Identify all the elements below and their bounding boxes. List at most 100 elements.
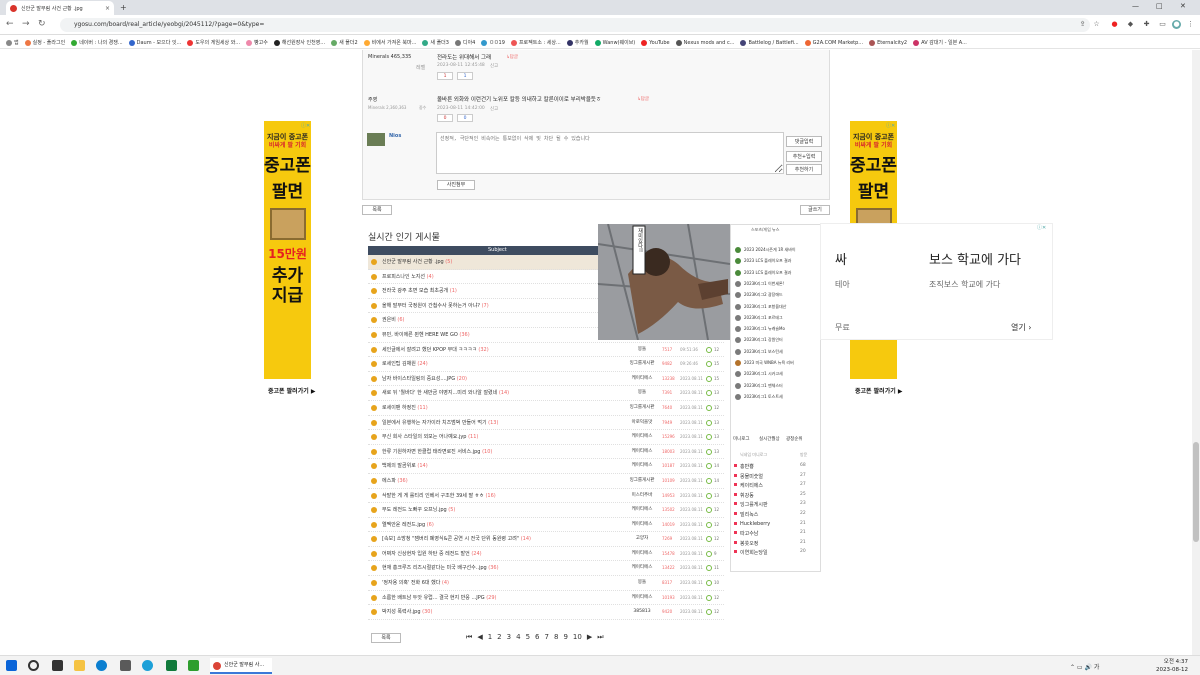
url-bar[interactable]: ygosu.com/board/real_article/yeobgi/2045… xyxy=(60,18,1090,32)
comment-reply-tag[interactable]: ↳답글 xyxy=(506,54,518,60)
share-icon[interactable]: ⇪ xyxy=(1078,20,1087,29)
tab-ranking[interactable]: 광청순위 xyxy=(786,436,803,442)
bookmark-item[interactable]: Daum - 모으다 잇... xyxy=(128,36,181,48)
news-item[interactable]: 2023K리그1 토스트세 xyxy=(735,393,783,400)
scrollbar[interactable] xyxy=(1192,50,1200,655)
system-clock[interactable]: 오전 4:37 2023-08-12 xyxy=(1156,658,1188,674)
post-author[interactable]: 잉그를게시판 xyxy=(622,357,662,371)
post-title[interactable]: 프로피스나인 노지선 xyxy=(382,274,425,280)
news-title[interactable]: 2023K리그2 광장애드 xyxy=(744,292,783,297)
post-author[interactable]: 케이티에스 xyxy=(622,445,662,459)
news-item[interactable]: 2023K리그1 보스턴세 xyxy=(735,348,783,355)
post-author[interactable]: 몽돌 xyxy=(622,576,662,590)
recommend-submit-button[interactable]: 추천+입력 xyxy=(786,151,822,162)
news-item[interactable]: 2023K리그1 시카고세 xyxy=(735,371,783,378)
post-title[interactable]: 로세인팁 김채원 xyxy=(382,361,416,367)
bookmark-item[interactable]: 새 폴더2 xyxy=(331,36,358,48)
post-title-wrap[interactable]: 어쩌자 신상현자 입원 하탄 중 레전드 발언 (24) xyxy=(382,547,482,561)
ad-open-button[interactable]: 열기 › xyxy=(1011,322,1031,333)
bookmark-item[interactable]: 비에서 가져온 북마... xyxy=(363,36,416,48)
tab-realtime[interactable]: 실시간월상 xyxy=(759,436,780,442)
page-link[interactable]: 6 xyxy=(535,633,539,641)
news-item[interactable]: 2023K리그1 강원인터 xyxy=(735,337,783,344)
minilog-user[interactable]: 따고수남 xyxy=(740,530,758,537)
minilog-user[interactable]: 잉그를게시판 xyxy=(740,501,768,508)
bookmark-item[interactable]: AV 감대기 - 일본 A... xyxy=(913,36,967,48)
post-author[interactable]: 케이티에스 xyxy=(622,372,662,386)
news-title[interactable]: 2023 LCS 플레이오프 결과 xyxy=(744,270,791,275)
popular-row[interactable]: [속보] 소방청 "잼버리 폐영식&콘 공연 시 전국 단위 동원령 고려" (… xyxy=(368,532,724,547)
popular-row[interactable]: 백제의 말곰위로 (14) 케이티에스 10187 2023.08.11 14 xyxy=(368,459,724,474)
post-title[interactable]: 전라국 광주 초면 모습 최초공개 xyxy=(382,288,448,294)
comment-submit-button[interactable]: 댓글입력 xyxy=(786,136,822,147)
post-author[interactable]: 잉그를게시판 xyxy=(622,474,662,488)
post-author[interactable]: 아로덕을맛 xyxy=(622,416,662,430)
post-title[interactable]: '정자용 의혹' 전화 6대 했다 xyxy=(382,580,440,586)
bookmark-item[interactable]: 앱 xyxy=(6,36,19,48)
page-link[interactable]: 9 xyxy=(563,633,567,641)
news-item[interactable]: 2023K리그1 포항을대산 xyxy=(735,303,786,310)
post-title[interactable]: 소름한 배트남 두앗 유럽... 결국 현지 반응 ...JPG xyxy=(382,595,485,601)
minilog-user[interactable]: 홍반뿅 xyxy=(740,463,754,470)
news-title[interactable]: 2023 LCS 플레이오프 결과 xyxy=(744,258,791,263)
post-title[interactable]: 올해 말부터 국정원이 간첩수사 못하는거 아냐? xyxy=(382,303,480,309)
bookmark-item[interactable]: Eternalcity2 xyxy=(869,36,907,48)
tab-close-icon[interactable]: × xyxy=(105,5,110,12)
maximize-icon[interactable]: □ xyxy=(1156,2,1163,10)
profile-avatar[interactable]: ● xyxy=(1172,20,1181,29)
post-title[interactable]: 한류 기원하자면 한클럽 태라면로진 서비스.jpg xyxy=(382,449,481,455)
popular-row[interactable]: 로세인팁 김채원 (24) 잉그를게시판 9482 09:26:46 15 xyxy=(368,357,724,372)
xbox-icon[interactable] xyxy=(188,660,199,671)
minilog-user[interactable]: 케이티에스 xyxy=(740,482,763,489)
popular-row[interactable]: 에스파 (36) 잉그를게시판 10109 2023.08.11 14 xyxy=(368,474,724,489)
post-author[interactable]: 고양자 xyxy=(622,532,662,546)
post-title-wrap[interactable]: 일본에서 유행하는 자가이라 치즈범벅 만들어 먹기 (13) xyxy=(382,416,498,430)
popular-row[interactable]: 한류 기원하자면 한클럽 태라면로진 서비스.jpg (10) 케이티에스 1800… xyxy=(368,445,724,460)
minimize-icon[interactable]: — xyxy=(1132,2,1139,10)
write-button[interactable]: 글쓰기 xyxy=(800,205,830,215)
task-view-icon[interactable] xyxy=(52,660,63,671)
scrollbar-thumb[interactable] xyxy=(1193,442,1199,542)
first-page-icon[interactable]: ⏮ xyxy=(466,633,472,641)
opera-extension-icon[interactable]: ● xyxy=(1110,20,1119,29)
post-title[interactable]: 무도 레전드 노빠꾸 오프닝.jpg xyxy=(382,507,447,513)
recommend-button[interactable]: 추천하기 xyxy=(786,164,822,175)
comment-reply-tag[interactable]: ↳답글 xyxy=(637,96,649,102)
page-link[interactable]: 5 xyxy=(526,633,530,641)
ad-info-icon[interactable]: ⓘ✕ xyxy=(301,122,310,129)
extension-icon[interactable]: ◆ xyxy=(1126,20,1135,29)
popular-row[interactable]: '정자용 의혹' 전화 6대 했다 (4) 몽돌 8317 2023.08.11 10 xyxy=(368,576,724,591)
page-link[interactable]: 4 xyxy=(516,633,520,641)
post-title-wrap[interactable]: 백제의 말곰위로 (14) xyxy=(382,459,428,473)
app-icon[interactable] xyxy=(166,660,177,671)
post-author[interactable]: 385813 xyxy=(622,605,662,619)
popular-row[interactable]: 현재 흥크루즈 리즈시절같다는 미국 배구선수..jpg (36) 케이티에스 13… xyxy=(368,561,724,577)
post-title-wrap[interactable]: 신안군 말부림 사건 근황 .jpg (5) xyxy=(382,255,452,269)
post-title[interactable]: 세인글에서 잘려고 했던 KPOP 무대 ㅋㅋㅋㅋ xyxy=(382,347,477,353)
post-title[interactable]: 일본에서 유행하는 자가이라 치즈범벅 만들어 먹기 xyxy=(382,420,487,426)
minilog-user[interactable]: Huckleberry xyxy=(740,521,770,527)
minilog-user[interactable]: 휘강동 xyxy=(740,492,754,499)
news-title[interactable]: 2023K리그1 강원인터 xyxy=(744,337,783,342)
post-title[interactable]: 권은비 xyxy=(382,317,396,323)
post-author[interactable]: 케이티에스 xyxy=(622,561,662,575)
popular-row[interactable]: 소름한 배트남 두앗 유럽... 결국 현지 반응 ...JPG (29) 케이티… xyxy=(368,591,724,606)
post-title-wrap[interactable]: 로세인팁 김채원 (24) xyxy=(382,357,428,371)
downvote-button[interactable]: 1 xyxy=(457,72,473,80)
ad-info-icon[interactable]: ⓘ✕ xyxy=(886,122,895,129)
forward-icon[interactable]: → xyxy=(22,19,30,29)
popular-row[interactable]: 새로 뒤 '뭘바다' 한 새만금 야영지...미리 와나알 잘렸네 (14) 몽돌… xyxy=(368,386,724,401)
minilog-user[interactable]: 몽물미숫얼 xyxy=(740,473,763,480)
popular-row[interactable]: 엘멕안윤 레전드.jpg (6) 케이티에스 14019 2023.08.11 12 xyxy=(368,518,724,533)
post-title[interactable]: 백제의 말곰위로 xyxy=(382,463,416,469)
menu-icon[interactable]: ⋮ xyxy=(1186,20,1195,29)
list-button[interactable]: 목록 xyxy=(362,205,392,215)
post-title-wrap[interactable]: 권은비 (6) xyxy=(382,313,405,327)
post-title[interactable]: 뷰민, 바이에른 뮌헨 HERE WE GO xyxy=(382,332,458,338)
bookmark-star-icon[interactable]: ☆ xyxy=(1092,20,1101,29)
post-title[interactable]: [속보] 소방청 "잼버리 폐영식&콘 공연 시 전국 단위 동원령 고려" xyxy=(382,536,519,542)
bookmark-item[interactable]: 네이버 : 나의 경쟁... xyxy=(71,36,123,48)
post-title[interactable]: 엘멕안윤 레전드.jpg xyxy=(382,522,425,528)
news-title[interactable]: 2023 미국 WNBA 뉴욕 리버 xyxy=(744,360,794,365)
page-link[interactable]: 1 xyxy=(488,633,492,641)
